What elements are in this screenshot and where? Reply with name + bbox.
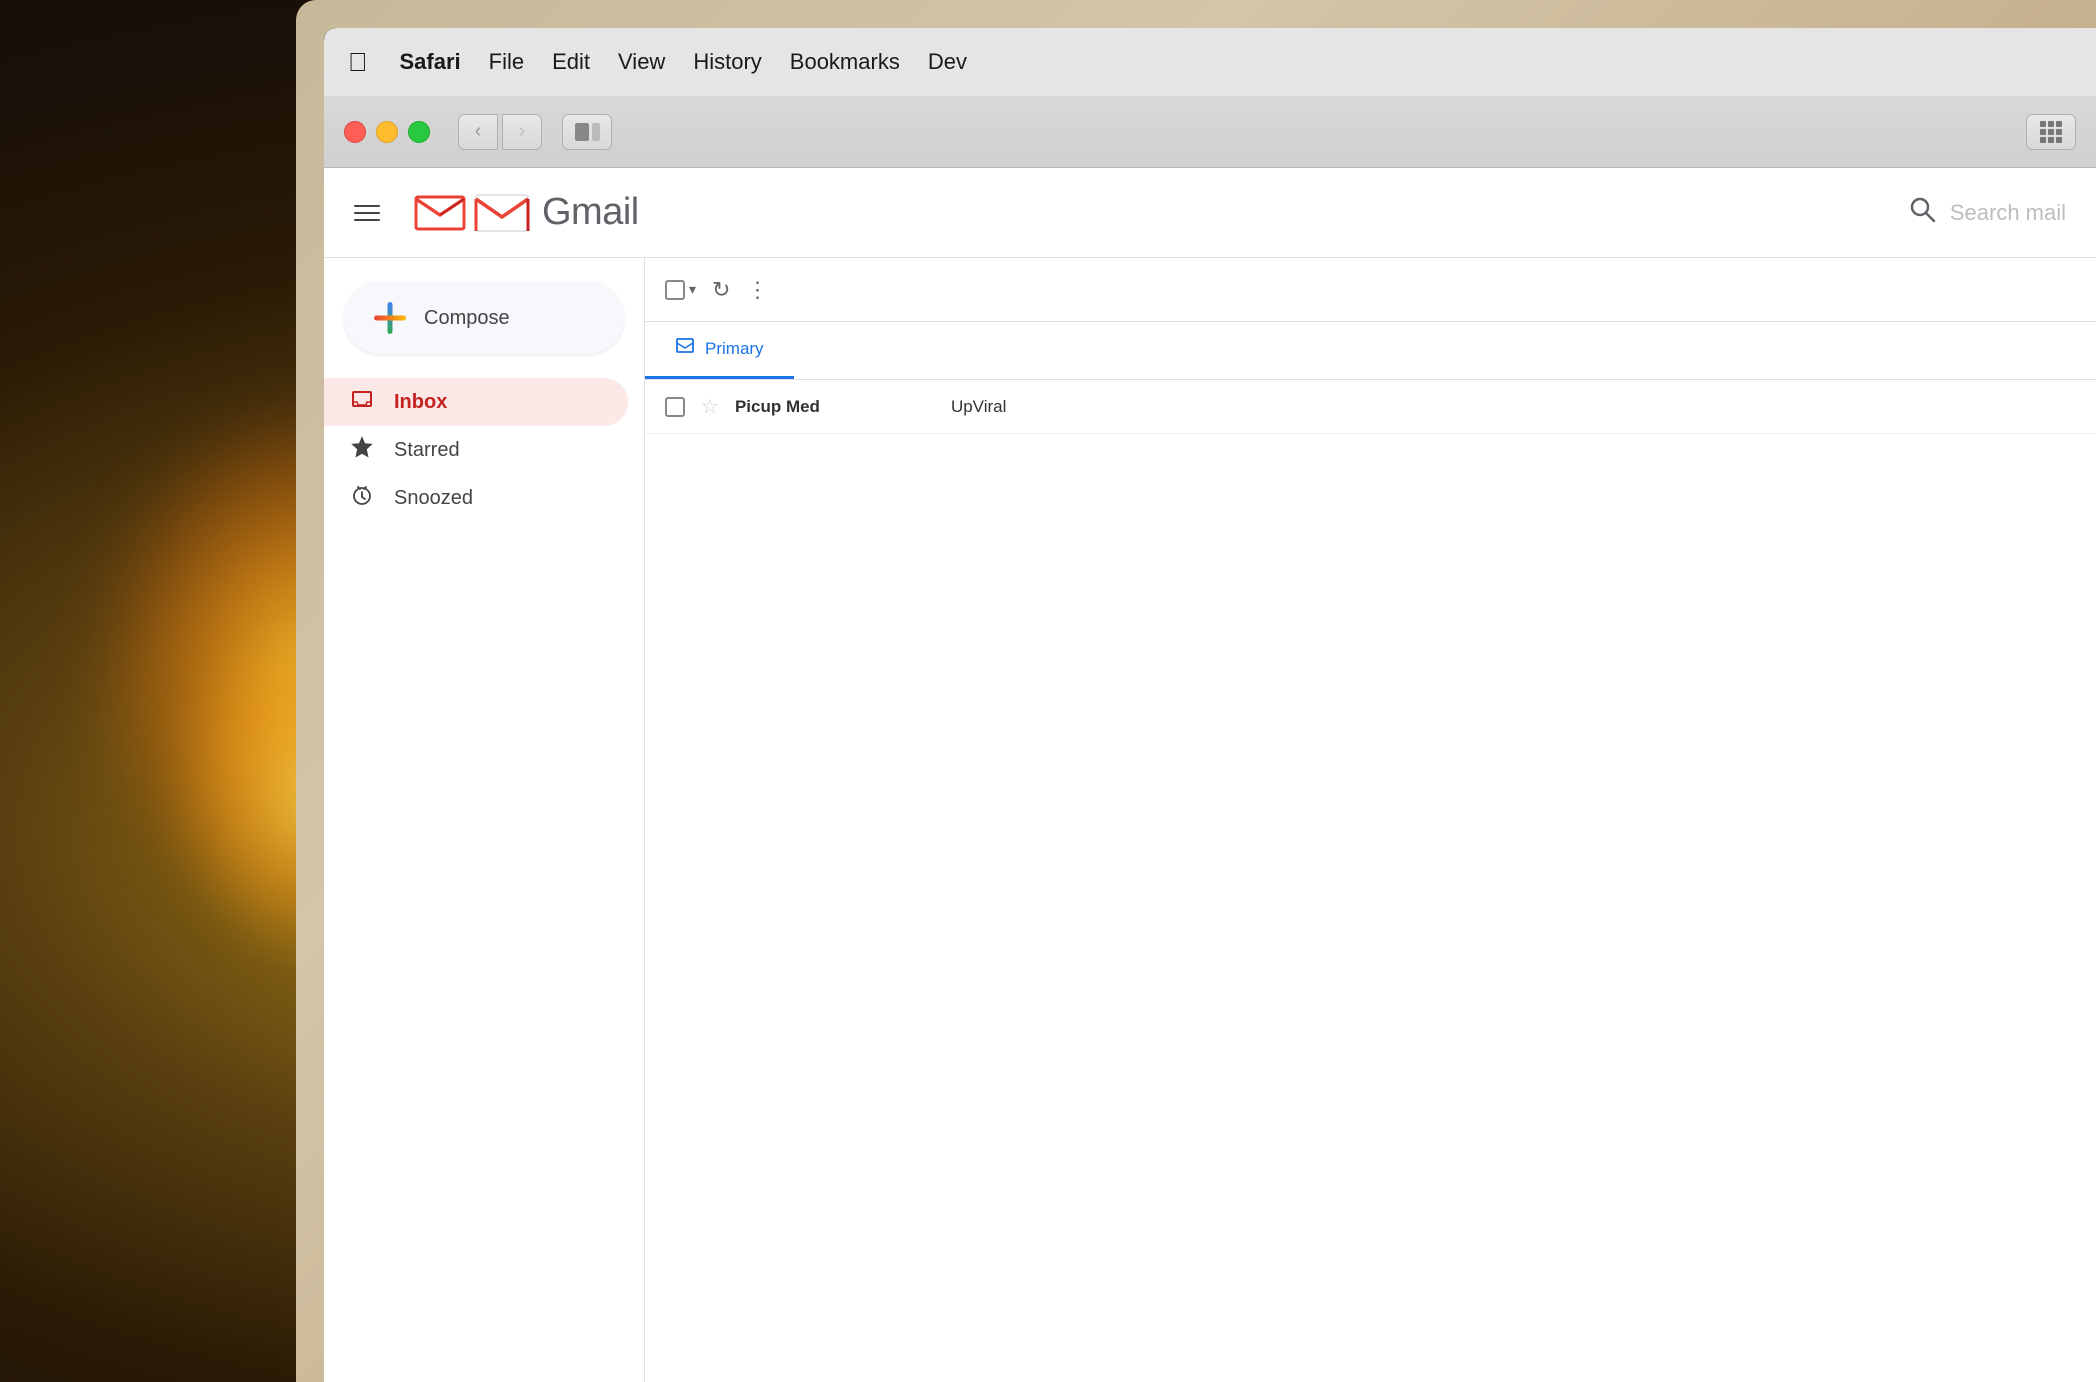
- back-icon: ‹: [475, 120, 482, 143]
- hamburger-icon: [354, 219, 380, 221]
- star-icon: [348, 436, 376, 464]
- email-star-icon[interactable]: ☆: [701, 394, 719, 419]
- email-checkbox[interactable]: [665, 397, 685, 417]
- menu-button[interactable]: [354, 191, 398, 235]
- main-content: ▾ ↻ ⋮: [644, 258, 2096, 1382]
- sidebar-item-starred[interactable]: Starred: [324, 426, 628, 474]
- hamburger-icon: [354, 212, 380, 214]
- clock-icon: [348, 484, 376, 512]
- compose-button[interactable]: Compose: [344, 282, 624, 354]
- tab-primary[interactable]: Primary: [645, 322, 794, 379]
- minimize-window-button[interactable]: [376, 121, 398, 143]
- menubar:  Safari File Edit View History Bookmark…: [324, 28, 2096, 96]
- traffic-lights: [344, 121, 430, 143]
- menubar-bookmarks[interactable]: Bookmarks: [776, 43, 914, 81]
- select-all-checkbox-wrap[interactable]: ▾: [665, 280, 696, 300]
- apple-menu-icon[interactable]: : [348, 47, 368, 78]
- category-tabs: Primary: [645, 322, 2096, 380]
- menubar-edit[interactable]: Edit: [538, 43, 604, 81]
- email-subject: UpViral: [951, 397, 2076, 417]
- gmail-logo: Gmail: [414, 191, 639, 235]
- more-options-button[interactable]: ⋮: [746, 277, 769, 303]
- nav-buttons: ‹ ›: [458, 114, 542, 150]
- extensions-button[interactable]: [2026, 114, 2076, 150]
- menubar-history[interactable]: History: [679, 43, 775, 81]
- search-placeholder[interactable]: Search mail: [1950, 200, 2066, 226]
- menubar-safari[interactable]: Safari: [386, 43, 475, 81]
- back-button[interactable]: ‹: [458, 114, 498, 150]
- inbox-icon: [348, 388, 376, 416]
- menubar-view[interactable]: View: [604, 43, 679, 81]
- sidebar-item-snoozed[interactable]: Snoozed: [324, 474, 628, 522]
- search-area: Search mail: [1908, 195, 2066, 230]
- email-toolbar: ▾ ↻ ⋮: [645, 258, 2096, 322]
- gmail-m-icon: [414, 191, 466, 235]
- forward-button[interactable]: ›: [502, 114, 542, 150]
- sidebar: Compose Inbox: [324, 258, 644, 1382]
- select-all-checkbox[interactable]: [665, 280, 685, 300]
- primary-tab-label: Primary: [705, 339, 764, 359]
- sidebar-toggle-button[interactable]: [562, 114, 612, 150]
- browser-chrome: ‹ ›: [324, 96, 2096, 168]
- search-icon: [1908, 195, 1936, 230]
- snoozed-label: Snoozed: [394, 487, 473, 510]
- email-row[interactable]: ☆ Picup Med UpViral: [645, 380, 2096, 434]
- gmail-body: Compose Inbox: [324, 258, 2096, 1382]
- gmail-content: Gmail Search mail: [324, 168, 2096, 1382]
- fullscreen-window-button[interactable]: [408, 121, 430, 143]
- email-sender: Picup Med: [735, 397, 935, 417]
- gmail-logo-m: [474, 191, 530, 235]
- sidebar-item-inbox[interactable]: Inbox: [324, 378, 628, 426]
- compose-plus-icon: [374, 302, 406, 334]
- compose-label: Compose: [424, 307, 510, 330]
- screen:  Safari File Edit View History Bookmark…: [324, 28, 2096, 1382]
- menubar-file[interactable]: File: [475, 43, 538, 81]
- gmail-header: Gmail Search mail: [324, 168, 2096, 258]
- inbox-label: Inbox: [394, 391, 447, 414]
- close-window-button[interactable]: [344, 121, 366, 143]
- laptop-frame:  Safari File Edit View History Bookmark…: [296, 0, 2096, 1382]
- grid-icon: [2040, 121, 2062, 143]
- sidebar-toggle-icon: [575, 123, 600, 141]
- primary-tab-icon: [675, 336, 695, 362]
- hamburger-icon: [354, 205, 380, 207]
- starred-label: Starred: [394, 439, 460, 462]
- forward-icon: ›: [519, 120, 526, 143]
- gmail-wordmark: Gmail: [542, 191, 639, 234]
- select-dropdown-arrow[interactable]: ▾: [689, 281, 696, 298]
- menubar-dev[interactable]: Dev: [914, 43, 981, 81]
- refresh-button[interactable]: ↻: [712, 277, 730, 303]
